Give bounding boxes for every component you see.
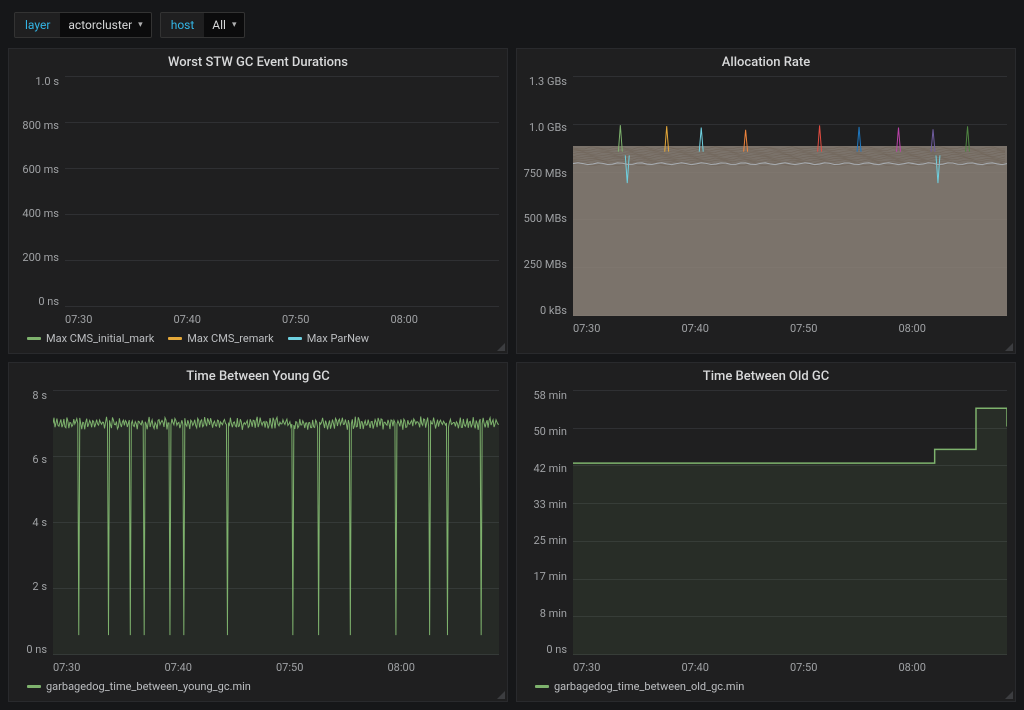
legend[interactable]	[517, 335, 1015, 353]
y-axis: 58 min50 min42 min33 min25 min17 min8 mi…	[521, 390, 573, 655]
panel-stw-gc[interactable]: Worst STW GC Event Durations 1.0 s800 ms…	[8, 48, 508, 354]
panel-allocation-rate[interactable]: Allocation Rate 1.3 GBs1.0 GBs750 MBs500…	[516, 48, 1016, 354]
dashboard-grid: Worst STW GC Event Durations 1.0 s800 ms…	[0, 48, 1024, 710]
legend-item[interactable]: Max CMS_remark	[168, 332, 273, 345]
legend[interactable]: garbagedog_time_between_young_gc.min	[9, 674, 507, 701]
plot-area[interactable]	[573, 76, 1007, 316]
plot-area[interactable]	[53, 390, 499, 655]
filter-layer-label: layer	[15, 12, 60, 38]
filter-layer-value: actorcluster ▾	[60, 12, 150, 38]
x-axis: 07:3007:4007:5008:00	[9, 655, 507, 674]
panel-title: Allocation Rate	[517, 49, 1015, 74]
filter-host-label: host	[161, 12, 205, 38]
filter-toolbar: layer actorcluster ▾ host All ▾	[0, 0, 1024, 48]
plot-area[interactable]	[573, 390, 1007, 655]
x-axis: 07:3007:4007:5008:00	[9, 307, 507, 326]
x-axis: 07:3007:4007:5008:00	[517, 655, 1015, 674]
y-axis: 8 s6 s4 s2 s0 ns	[13, 390, 53, 655]
resize-handle-icon[interactable]	[497, 691, 505, 699]
plot-area[interactable]	[65, 76, 499, 307]
legend-item[interactable]: garbagedog_time_between_old_gc.min	[535, 680, 744, 693]
caret-down-icon: ▾	[232, 12, 237, 38]
resize-handle-icon[interactable]	[1005, 343, 1013, 351]
resize-handle-icon[interactable]	[497, 343, 505, 351]
panel-title: Time Between Young GC	[9, 363, 507, 388]
panel-title: Time Between Old GC	[517, 363, 1015, 388]
resize-handle-icon[interactable]	[1005, 691, 1013, 699]
legend[interactable]: garbagedog_time_between_old_gc.min	[517, 674, 1015, 701]
legend[interactable]: Max CMS_initial_mark Max CMS_remark Max Pa…	[9, 326, 507, 353]
filter-layer[interactable]: layer actorcluster ▾	[14, 12, 152, 38]
filter-host-value: All ▾	[204, 12, 244, 38]
panel-young-gc[interactable]: Time Between Young GC 8 s6 s4 s2 s0 ns 0…	[8, 362, 508, 702]
panel-title: Worst STW GC Event Durations	[9, 49, 507, 74]
filter-host[interactable]: host All ▾	[160, 12, 246, 38]
x-axis: 07:3007:4007:5008:00	[517, 316, 1015, 335]
y-axis: 1.3 GBs1.0 GBs750 MBs500 MBs250 MBs0 kBs	[521, 76, 573, 316]
panel-old-gc[interactable]: Time Between Old GC 58 min50 min42 min33…	[516, 362, 1016, 702]
legend-item[interactable]: Max ParNew	[288, 332, 369, 345]
legend-item[interactable]: Max CMS_initial_mark	[27, 332, 154, 345]
caret-down-icon: ▾	[138, 12, 143, 38]
legend-item[interactable]: garbagedog_time_between_young_gc.min	[27, 680, 251, 693]
y-axis: 1.0 s800 ms600 ms400 ms200 ms0 ns	[13, 76, 65, 307]
